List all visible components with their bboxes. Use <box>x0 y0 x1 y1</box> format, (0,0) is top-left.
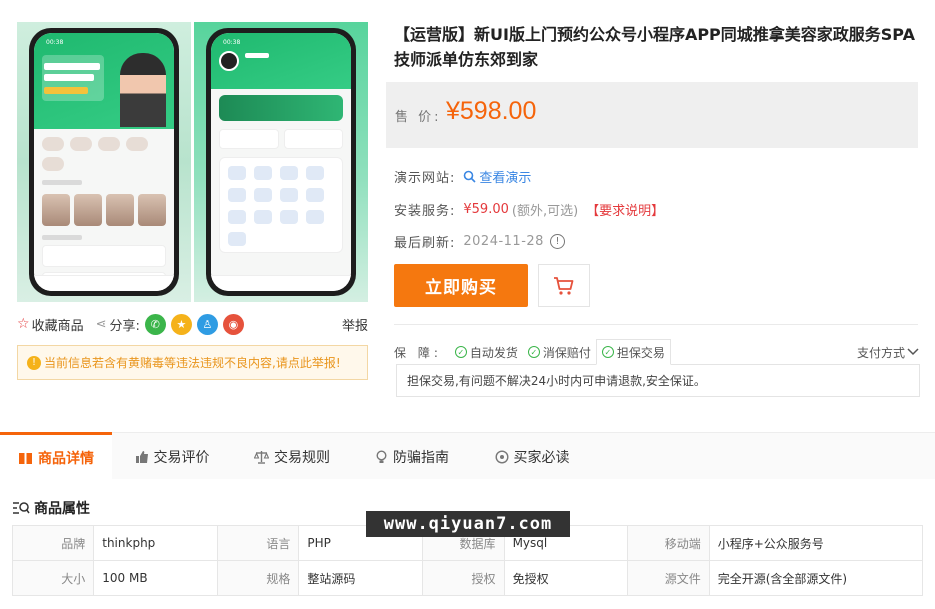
chevron-down-icon <box>907 348 919 356</box>
product-image-home[interactable]: 00:38 <box>17 22 191 302</box>
attr-key: 移动端 <box>627 525 710 561</box>
price-box: 售 价: ¥598.00 <box>386 82 918 148</box>
guarantee-escrow[interactable]: ✓ 担保交易 <box>595 339 671 365</box>
star-icon: ☆ <box>17 316 30 332</box>
bulb-icon <box>376 449 387 463</box>
demo-link[interactable]: 查看演示 <box>463 167 531 186</box>
check-icon: ✓ <box>527 346 540 358</box>
attr-value: 免授权 <box>503 560 629 596</box>
target-icon <box>494 449 509 464</box>
install-row: 安装服务: ¥59.00 (额外,可选) 【要求说明】 <box>394 200 664 219</box>
tab-anti-fraud[interactable]: 防骗指南 <box>352 433 472 480</box>
report-link[interactable]: 举报 <box>342 315 368 334</box>
demo-row: 演示网站: 查看演示 <box>394 167 531 186</box>
attr-value: 完全开源(含全部源文件) <box>708 560 924 596</box>
attr-key: 品牌 <box>11 525 95 561</box>
payment-method-dropdown[interactable]: 支付方式 <box>857 344 919 361</box>
tab-buyer-notes[interactable]: 买家必读 <box>472 433 592 480</box>
favorite-label: 收藏商品 <box>31 318 84 334</box>
add-to-cart-button[interactable] <box>538 264 590 307</box>
attributes-heading: 商品属性 <box>12 498 90 518</box>
lightbulb-icon: ! <box>27 355 41 370</box>
refresh-date: 2024-11-28 <box>463 234 544 249</box>
attr-key: 授权 <box>422 560 505 596</box>
product-gallery: 00:38 00:38 <box>17 22 368 302</box>
check-icon: ✓ <box>601 346 614 358</box>
guarantee-row: 保 障: ✓ 自动发货 ✓ 消保赔付 ✓ 担保交易 支付方式 <box>394 339 919 365</box>
scale-icon <box>254 450 269 464</box>
cart-icon <box>554 276 574 295</box>
qq-icon[interactable]: ♙ <box>196 313 218 335</box>
notice-text: 当前信息若含有黄赌毒等违法违规不良内容,请点此举报! <box>44 356 341 370</box>
thumbs-up-icon <box>135 450 148 463</box>
product-title: 【运营版】新UI版上门预约公众号小程序APP同城推拿美容家政服务SPA技师派单仿… <box>394 25 915 69</box>
share-row: ☆ 收藏商品 ⋖ 分享: ✆ ★ ♙ ◉ 举报 <box>17 313 368 335</box>
refresh-row: 最后刷新: 2024-11-28 ! <box>394 232 565 251</box>
attr-value: 整站源码 <box>298 560 424 596</box>
demo-label: 演示网站: <box>394 171 456 186</box>
buy-now-button[interactable]: 立即购买 <box>394 264 528 307</box>
product-image-profile[interactable]: 00:38 <box>194 22 368 302</box>
gift-icon <box>19 452 32 464</box>
attr-value: 100 MB <box>93 560 219 596</box>
install-requirements-link[interactable]: 【要求说明】 <box>586 200 664 219</box>
price-value: ¥598.00 <box>446 97 537 125</box>
price-label: 售 价: <box>395 110 442 125</box>
list-search-icon <box>13 502 30 514</box>
refresh-label: 最后刷新: <box>394 236 456 251</box>
share-icon: ⋖ <box>95 316 107 332</box>
weibo-icon[interactable]: ◉ <box>222 313 244 335</box>
info-icon[interactable]: ! <box>549 234 565 249</box>
watermark: www.qiyuan7.com <box>366 511 570 537</box>
table-row: 大小 100 MB 规格 整站源码 授权 免授权 源文件 完全开源(含全部源文件… <box>11 560 924 596</box>
install-label: 安装服务: <box>394 204 456 219</box>
guarantee-description: 担保交易,有问题不解决24小时内可申请退款,安全保证。 <box>396 364 920 397</box>
install-price: ¥59.00 <box>463 202 509 217</box>
attr-value: thinkphp <box>93 525 219 561</box>
attr-key: 大小 <box>11 560 95 596</box>
guarantee-label: 保 障: <box>394 345 442 360</box>
guarantee-auto-delivery[interactable]: ✓ 自动发货 <box>450 339 523 365</box>
favorite-button[interactable]: ☆ 收藏商品 <box>17 315 84 334</box>
wechat-icon[interactable]: ✆ <box>144 313 166 335</box>
detail-tabs: 商品详情 交易评价 交易规则 防骗指南 买家必读 <box>0 432 935 480</box>
guarantee-compensation[interactable]: ✓ 消保赔付 <box>523 339 596 365</box>
check-icon: ✓ <box>454 346 467 358</box>
report-notice[interactable]: ! 当前信息若含有黄赌毒等违法违规不良内容,请点此举报! <box>17 345 368 380</box>
search-icon <box>464 170 476 183</box>
attr-key: 规格 <box>217 560 300 596</box>
tab-reviews[interactable]: 交易评价 <box>112 433 232 480</box>
attr-key: 源文件 <box>627 560 710 596</box>
attr-key: 语言 <box>217 525 300 561</box>
tab-trade-rules[interactable]: 交易规则 <box>232 433 352 480</box>
share-label: ⋖ 分享: <box>95 316 140 334</box>
qzone-icon[interactable]: ★ <box>170 313 192 335</box>
attr-value: 小程序+公众服务号 <box>708 525 924 561</box>
tab-product-details[interactable]: 商品详情 <box>0 432 112 480</box>
divider <box>394 324 918 325</box>
install-note: (额外,可选) <box>511 204 579 219</box>
